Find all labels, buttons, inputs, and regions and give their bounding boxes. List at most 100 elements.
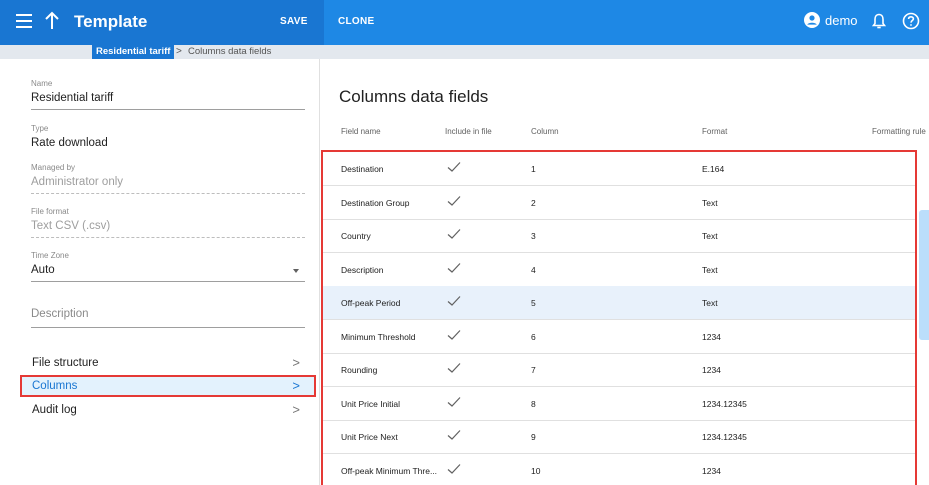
column-header-formatting-rule: Formatting rule <box>872 127 926 136</box>
field-name-cell: Unit Price Next <box>341 432 398 442</box>
breadcrumb-chevron-icon: > <box>176 46 182 57</box>
nav-item-columns[interactable]: Columns > <box>20 375 316 397</box>
bell-icon[interactable] <box>872 13 886 30</box>
field-name-cell: Destination <box>341 164 384 174</box>
column-header-column: Column <box>531 127 559 136</box>
nav-item-label: File structure <box>32 357 99 369</box>
type-label: Type <box>31 124 49 133</box>
page-title: Template <box>74 12 148 31</box>
nav-item-label: Audit log <box>32 404 77 416</box>
checkmark-icon <box>447 262 461 273</box>
field-name-cell: Off-peak Minimum Thre... <box>341 465 438 476</box>
table-row[interactable]: Destination Group 2 Text <box>323 186 915 220</box>
time-zone-value[interactable]: Auto <box>31 264 305 282</box>
breadcrumb: Residential tariff > Columns data fields <box>0 45 929 59</box>
column-number-cell: 8 <box>531 398 536 409</box>
chevron-down-icon[interactable] <box>293 269 299 273</box>
checkmark-icon <box>447 195 461 206</box>
account-icon <box>804 12 820 28</box>
user-menu[interactable]: demo <box>804 12 858 28</box>
format-cell: Text <box>702 264 718 275</box>
type-value: Rate download <box>31 137 108 149</box>
field-name-cell: Minimum Threshold <box>341 331 416 342</box>
format-cell: Text <box>702 231 718 241</box>
breadcrumb-current: Columns data fields <box>188 46 272 57</box>
checkmark-icon <box>447 162 461 172</box>
checkmark-icon <box>447 229 461 239</box>
table-row[interactable]: Off-peak Period 5 Text <box>323 286 915 320</box>
checkmark-icon <box>447 363 461 373</box>
format-cell: 1234 <box>702 465 721 476</box>
table-row[interactable]: Off-peak Minimum Thre... 10 1234 <box>323 454 915 485</box>
nav-item-audit-log[interactable]: Audit log > <box>20 399 316 421</box>
save-button[interactable]: SAVE <box>280 16 308 27</box>
time-zone-label: Time Zone <box>31 251 69 260</box>
clone-button[interactable]: CLONE <box>338 16 375 27</box>
table-row[interactable]: Destination 1 E.164 <box>323 152 915 186</box>
managed-by-field: Managed by Administrator only <box>31 163 305 194</box>
format-cell: 1234 <box>702 365 721 375</box>
column-header-field-name: Field name <box>341 127 381 136</box>
help-icon[interactable] <box>902 12 920 30</box>
checkmark-icon <box>447 296 461 306</box>
field-name-cell: Off-peak Period <box>341 298 401 308</box>
field-name-cell: Rounding <box>341 365 378 375</box>
arrow-up-icon[interactable] <box>43 10 61 32</box>
breadcrumb-parent[interactable]: Residential tariff <box>92 45 175 59</box>
field-name-cell: Description <box>341 264 384 275</box>
format-cell: Text <box>702 197 718 208</box>
user-name: demo <box>825 12 858 28</box>
field-name-cell: Unit Price Initial <box>341 398 401 409</box>
table-row[interactable]: Minimum Threshold 6 1234 <box>323 320 915 354</box>
chevron-right-icon: > <box>292 355 300 370</box>
description-input[interactable]: Description <box>31 308 305 328</box>
table-row[interactable]: Unit Price Initial 8 1234.12345 <box>323 387 915 421</box>
top-app-bar: Template SAVE CLONE demo <box>0 0 929 45</box>
table-row[interactable]: Rounding 7 1234 <box>323 353 915 387</box>
chevron-right-icon: > <box>292 402 300 417</box>
table-row[interactable]: Country 3 Text <box>323 219 915 253</box>
columns-panel: Columns data fields Field name Include i… <box>321 59 929 485</box>
time-zone-select[interactable]: Time Zone Auto <box>31 251 305 282</box>
column-header-format: Format <box>702 127 728 136</box>
file-format-label: File format <box>31 207 69 216</box>
column-number-cell: 5 <box>531 298 536 308</box>
checkmark-icon <box>447 329 461 340</box>
table-row[interactable]: Description 4 Text <box>323 253 915 287</box>
column-number-cell: 4 <box>531 264 536 275</box>
column-number-cell: 3 <box>531 231 536 241</box>
format-cell: Text <box>702 298 718 308</box>
name-label: Name <box>31 79 53 88</box>
format-cell: E.164 <box>702 164 725 174</box>
managed-by-label: Managed by <box>31 163 76 172</box>
type-field: Type Rate download <box>31 124 305 154</box>
name-input[interactable]: Residential tariff <box>31 92 305 110</box>
managed-by-value: Administrator only <box>31 176 305 194</box>
scroll-handle[interactable] <box>919 210 929 340</box>
name-field[interactable]: Name Residential tariff <box>31 79 305 110</box>
column-header-include: Include in file <box>445 127 492 136</box>
details-panel: Name Residential tariff Type Rate downlo… <box>0 59 320 485</box>
column-number-cell: 2 <box>531 197 536 208</box>
columns-table: Destination 1 E.164 Destination Group 2 Text C… <box>321 150 917 485</box>
field-name-cell: Country <box>341 231 371 241</box>
file-format-field: File format Text CSV (.csv) <box>31 207 305 238</box>
format-cell: 1234 <box>702 331 721 342</box>
section-title: Columns data fields <box>339 87 489 106</box>
column-number-cell: 6 <box>531 331 536 342</box>
nav-item-label: Columns <box>32 380 78 392</box>
nav-item-file-structure[interactable]: File structure > <box>20 352 316 374</box>
file-format-value: Text CSV (.csv) <box>31 220 305 238</box>
checkmark-icon <box>447 396 461 407</box>
format-cell: 1234.12345 <box>702 398 747 409</box>
chevron-right-icon: > <box>292 378 300 393</box>
checkmark-icon <box>447 430 461 440</box>
field-name-cell: Destination Group <box>341 197 410 208</box>
column-number-cell: 9 <box>531 432 536 442</box>
column-number-cell: 1 <box>531 164 536 174</box>
menu-icon[interactable] <box>16 14 32 28</box>
column-number-cell: 10 <box>531 465 541 476</box>
column-number-cell: 7 <box>531 365 536 375</box>
table-row[interactable]: Unit Price Next 9 1234.12345 <box>323 420 915 454</box>
checkmark-icon <box>447 463 461 474</box>
